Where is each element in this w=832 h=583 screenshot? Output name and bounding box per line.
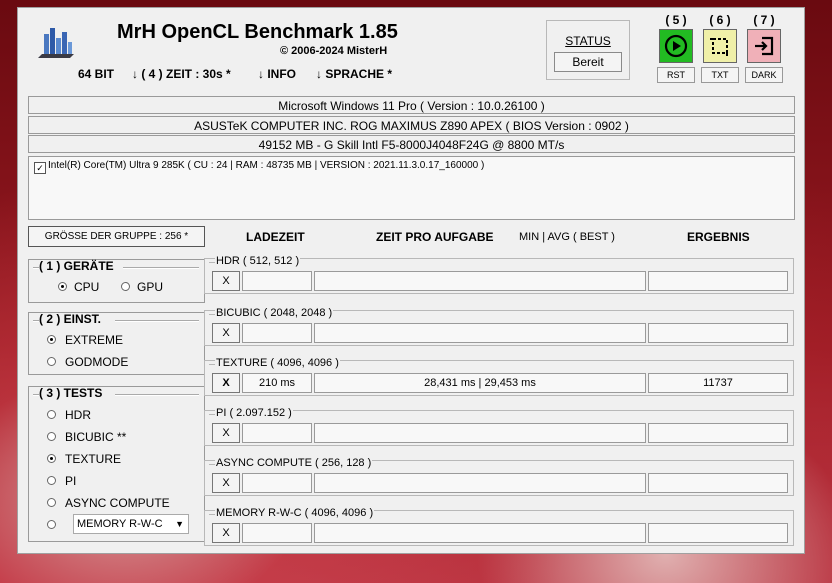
- select-area-button[interactable]: [703, 29, 737, 63]
- app-title: MrH OpenCL Benchmark 1.85: [117, 21, 398, 43]
- test-name: BICUBIC ( 2048, 2048 ): [215, 307, 334, 319]
- bit-label: 64 BIT: [78, 67, 115, 81]
- einst-panel: ( 2 ) EINST. EXTREME GODMODE: [28, 312, 205, 375]
- async-label: ASYNC COMPUTE: [65, 496, 170, 510]
- ladezeit-cell: [242, 473, 312, 493]
- test-toggle-button[interactable]: X: [212, 373, 240, 393]
- device-checkbox[interactable]: ✓: [34, 162, 46, 174]
- group-size-button[interactable]: GRÖSSE DER GRUPPE : 256 *: [28, 226, 205, 247]
- bicubic-label: BICUBIC **: [65, 430, 127, 444]
- crop-select-icon: [710, 38, 728, 56]
- dark-number: ( 7 ): [753, 13, 775, 27]
- tests-title: ( 3 ) TESTS: [39, 386, 103, 400]
- txt-number: ( 6 ): [709, 13, 731, 27]
- os-info: Microsoft Windows 11 Pro ( Version : 10.…: [28, 96, 795, 114]
- tests-panel: ( 3 ) TESTS HDR BICUBIC ** TEXTURE PI AS…: [28, 386, 205, 542]
- geraete-panel: ( 1 ) GERÄTE CPU GPU: [28, 259, 205, 303]
- test-toggle-button[interactable]: X: [212, 323, 240, 343]
- test-row-async: ASYNC COMPUTE ( 256, 128 ) X: [204, 457, 794, 496]
- ergebnis-cell: [648, 323, 788, 343]
- test-name: MEMORY R-W-C ( 4096, 4096 ): [215, 507, 375, 519]
- texture-label: TEXTURE: [65, 452, 122, 466]
- exit-button[interactable]: [747, 29, 781, 63]
- ladezeit-cell: [242, 271, 312, 291]
- pi-label: PI: [65, 474, 77, 488]
- col-ladezeit: LADEZEIT: [246, 230, 305, 244]
- texture-radio[interactable]: [47, 454, 56, 463]
- memory-select-value: MEMORY R-W-C: [77, 518, 163, 530]
- chevron-down-icon: ▼: [175, 519, 184, 529]
- godmode-radio[interactable]: [47, 357, 56, 366]
- info-menu[interactable]: ↓ INFO: [258, 67, 296, 81]
- zeit-cell: [314, 423, 646, 443]
- ladezeit-cell: [242, 323, 312, 343]
- zeit-cell: [314, 473, 646, 493]
- play-icon: [664, 34, 688, 58]
- godmode-label: GODMODE: [65, 355, 129, 369]
- bicubic-radio[interactable]: [47, 432, 56, 441]
- dark-button[interactable]: DARK: [745, 67, 783, 83]
- cpu-radio[interactable]: [58, 282, 67, 291]
- zeit-cell: [314, 523, 646, 543]
- test-name: PI ( 2.097.152 ): [215, 407, 293, 419]
- ergebnis-cell: [648, 473, 788, 493]
- ladezeit-cell: [242, 423, 312, 443]
- pi-radio[interactable]: [47, 476, 56, 485]
- ladezeit-cell: [242, 523, 312, 543]
- app-window: MrH OpenCL Benchmark 1.85 © 2006-2024 Mi…: [17, 7, 805, 554]
- geraete-title: ( 1 ) GERÄTE: [39, 259, 114, 273]
- ergebnis-cell: 11737: [648, 373, 788, 393]
- copyright-text: © 2006-2024 MisterH: [280, 45, 388, 57]
- memory-select[interactable]: MEMORY R-W-C ▼: [73, 514, 189, 534]
- gpu-label: GPU: [137, 280, 164, 294]
- col-ergebnis: ERGEBNIS: [687, 230, 750, 244]
- test-row-hdr: HDR ( 512, 512 ) X: [204, 255, 794, 294]
- test-toggle-button[interactable]: X: [212, 523, 240, 543]
- test-row-texture: TEXTURE ( 4096, 4096 ) X 210 ms 28,431 m…: [204, 357, 794, 396]
- test-name: TEXTURE ( 4096, 4096 ): [215, 357, 340, 369]
- test-name: HDR ( 512, 512 ): [215, 255, 301, 267]
- status-label: STATUS: [565, 34, 611, 48]
- test-row-pi: PI ( 2.097.152 ) X: [204, 407, 794, 446]
- ergebnis-cell: [648, 423, 788, 443]
- memory-radio[interactable]: [47, 520, 56, 529]
- ladezeit-cell: 210 ms: [242, 373, 312, 393]
- memory-info: 49152 MB - G Skill Intl F5-8000J4048F24G…: [28, 135, 795, 153]
- col-minavg: MIN | AVG ( BEST ): [519, 231, 615, 243]
- device-list: ✓ Intel(R) Core(TM) Ultra 9 285K ( CU : …: [28, 156, 795, 220]
- status-value: Bereit: [554, 52, 622, 72]
- zeit-cell: 28,431 ms | 29,453 ms: [314, 373, 646, 393]
- test-toggle-button[interactable]: X: [212, 423, 240, 443]
- async-radio[interactable]: [47, 498, 56, 507]
- ergebnis-cell: [648, 271, 788, 291]
- rst-button[interactable]: RST: [657, 67, 695, 83]
- hdr-label: HDR: [65, 408, 91, 422]
- app-logo-icon: [38, 28, 74, 58]
- sprache-menu[interactable]: ↓ SPRACHE *: [316, 67, 392, 81]
- test-toggle-button[interactable]: X: [212, 271, 240, 291]
- run-button[interactable]: [659, 29, 693, 63]
- zeit-menu[interactable]: ↓ ( 4 ) ZEIT : 30s *: [132, 67, 231, 81]
- zeit-cell: [314, 271, 646, 291]
- rst-number: ( 5 ): [665, 13, 687, 27]
- gpu-radio[interactable]: [121, 282, 130, 291]
- extreme-label: EXTREME: [65, 333, 124, 347]
- cpu-label: CPU: [74, 280, 100, 294]
- test-toggle-button[interactable]: X: [212, 473, 240, 493]
- exit-icon: [755, 36, 774, 56]
- zeit-cell: [314, 323, 646, 343]
- status-group: STATUS Bereit: [546, 20, 630, 80]
- txt-button[interactable]: TXT: [701, 67, 739, 83]
- test-row-bicubic: BICUBIC ( 2048, 2048 ) X: [204, 307, 794, 346]
- extreme-radio[interactable]: [47, 335, 56, 344]
- device-entry[interactable]: Intel(R) Core(TM) Ultra 9 285K ( CU : 24…: [48, 160, 484, 171]
- hdr-radio[interactable]: [47, 410, 56, 419]
- col-zeit: ZEIT PRO AUFGABE: [376, 230, 494, 244]
- test-row-memory: MEMORY R-W-C ( 4096, 4096 ) X: [204, 507, 794, 546]
- test-name: ASYNC COMPUTE ( 256, 128 ): [215, 457, 373, 469]
- ergebnis-cell: [648, 523, 788, 543]
- einst-title: ( 2 ) EINST.: [39, 312, 102, 326]
- board-info: ASUSTeK COMPUTER INC. ROG MAXIMUS Z890 A…: [28, 116, 795, 134]
